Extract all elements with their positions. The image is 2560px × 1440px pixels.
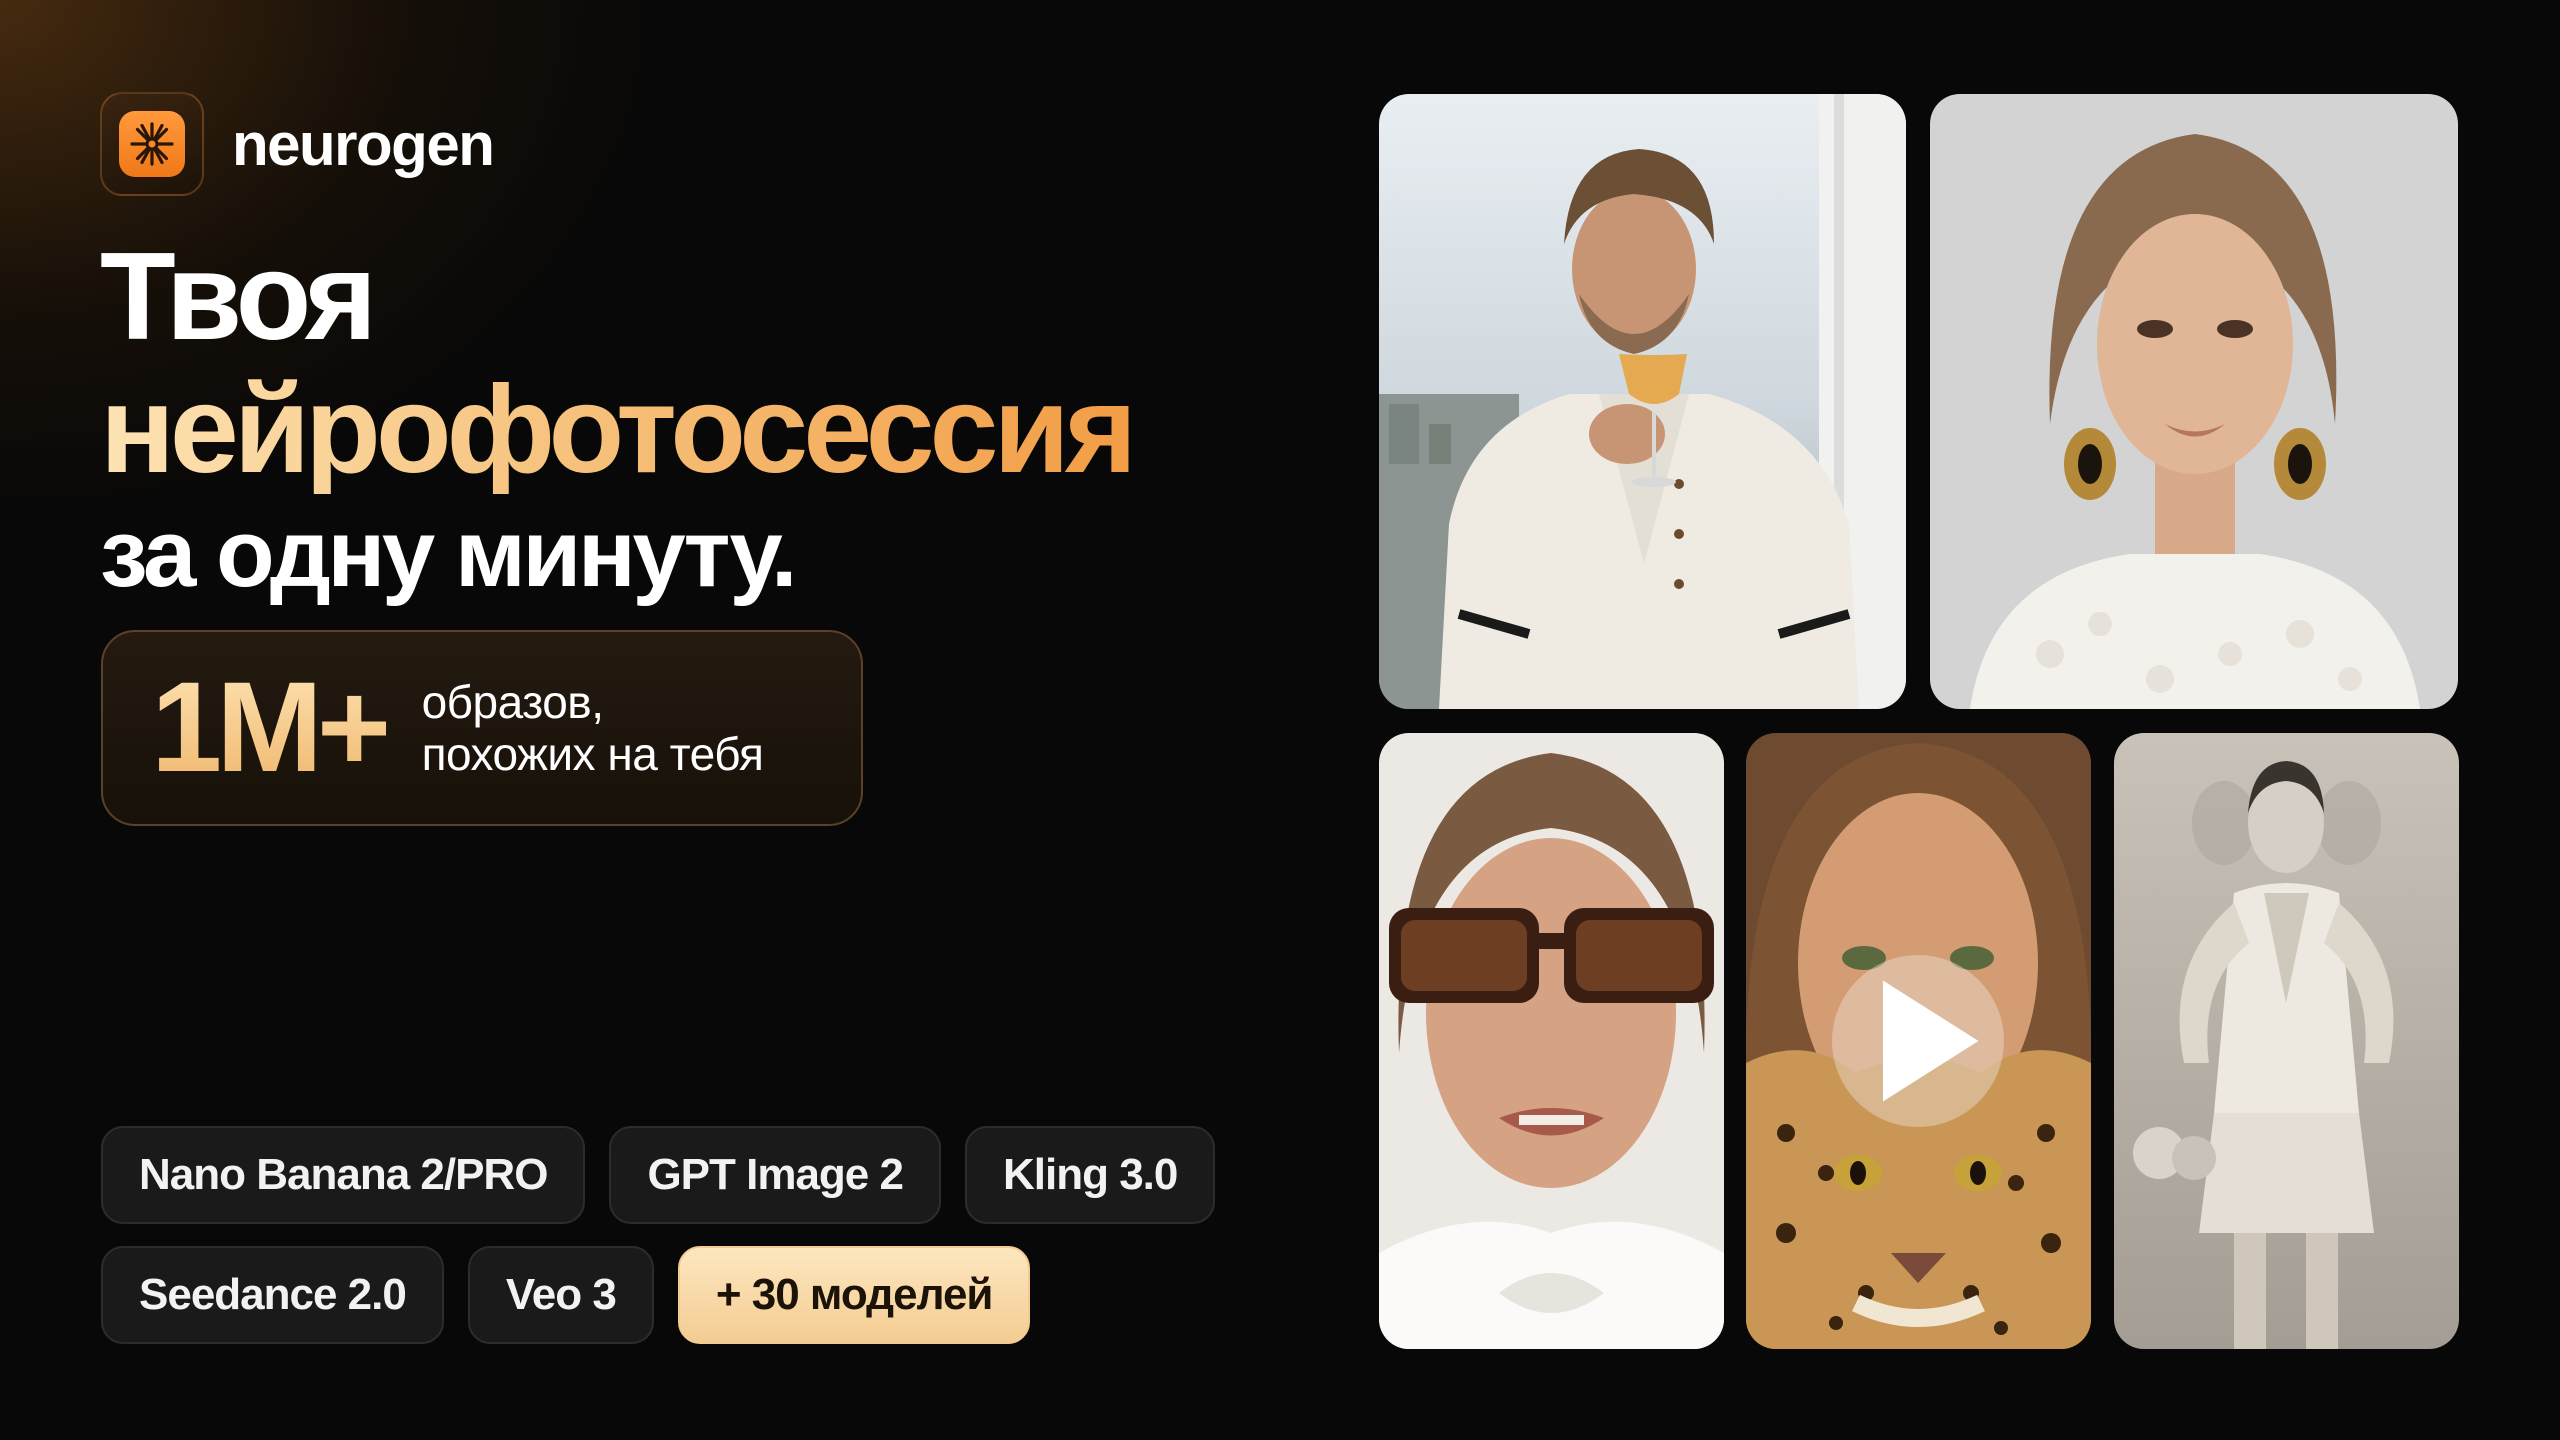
asterisk-burst-icon — [119, 111, 185, 177]
chip-row-2: Seedance 2.0 Veo 3 + 30 моделей — [101, 1246, 1241, 1344]
chip-kling[interactable]: Kling 3.0 — [964, 1126, 1216, 1224]
chip-gpt-image[interactable]: GPT Image 2 — [609, 1126, 941, 1224]
logo-tile — [100, 92, 204, 196]
headline-line-1: Твоя — [100, 228, 377, 366]
headline: Твоя нейрофотосессия за одну минуту. — [100, 228, 1137, 614]
stat-caption: образов, похожих на тебя — [422, 676, 764, 780]
chip-veo[interactable]: Veo 3 — [467, 1246, 654, 1344]
more-models-chip[interactable]: + 30 моделей — [677, 1246, 1031, 1344]
model-chips: Nano Banana 2/PRO GPT Image 2 Kling 3.0 … — [101, 1126, 1241, 1366]
brand-name: neurogen — [232, 110, 495, 178]
photo-woman-monochrome[interactable] — [2114, 733, 2459, 1349]
play-icon — [1882, 980, 1979, 1102]
stat-card: 1M+ образов, похожих на тебя — [101, 630, 863, 826]
video-woman-leopard[interactable] — [1746, 733, 2091, 1349]
headline-line-2: нейрофотосессия — [100, 361, 1137, 499]
photo-man-wine[interactable] — [1379, 94, 1906, 709]
photo-woman-sunglasses[interactable] — [1379, 733, 1724, 1349]
brand-logo[interactable]: neurogen — [100, 92, 495, 196]
photo-woman-earrings[interactable] — [1930, 94, 2458, 709]
chip-nano-banana[interactable]: Nano Banana 2/PRO — [101, 1126, 586, 1224]
play-button[interactable] — [1832, 955, 2004, 1127]
chip-seedance[interactable]: Seedance 2.0 — [101, 1246, 444, 1344]
stat-caption-line-1: образов, — [421, 676, 604, 728]
headline-line-3: за одну минуту. — [100, 500, 797, 607]
stat-caption-line-2: похожих на тебя — [421, 728, 764, 780]
stat-value: 1M+ — [151, 656, 392, 799]
chip-row-1: Nano Banana 2/PRO GPT Image 2 Kling 3.0 — [101, 1126, 1241, 1224]
promo-banner: neurogen Твоя нейрофотосессия за одну ми… — [0, 0, 2560, 1440]
